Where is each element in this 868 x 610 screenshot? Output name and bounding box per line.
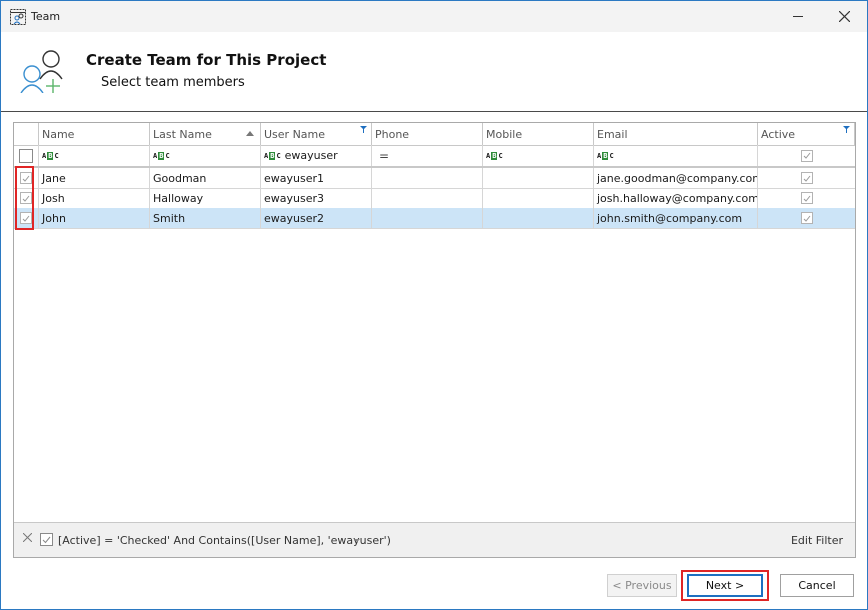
- text-filter-icon: ABC: [264, 151, 281, 160]
- filter-enabled-checkbox[interactable]: [40, 533, 53, 546]
- cell-active[interactable]: [758, 188, 855, 208]
- check-icon: [803, 175, 810, 182]
- column-header-mobile[interactable]: Mobile: [483, 123, 594, 145]
- cell-last-name[interactable]: Halloway: [150, 188, 261, 208]
- filter-mru-dropdown-icon[interactable]: [354, 539, 360, 542]
- active-checkbox[interactable]: [800, 212, 813, 224]
- cell-phone[interactable]: [372, 188, 483, 208]
- text-filter-icon: ABC: [153, 151, 170, 160]
- row-select-checkbox[interactable]: [20, 192, 32, 204]
- check-icon: [22, 175, 30, 182]
- check-icon: [42, 536, 51, 543]
- row-select-cell[interactable]: [14, 208, 39, 228]
- column-header-label: User Name: [264, 127, 326, 141]
- cell-email[interactable]: john.smith@company.com: [594, 208, 758, 228]
- active-checkbox[interactable]: [800, 172, 813, 184]
- equals-operator-icon: =: [379, 148, 390, 163]
- cell-active[interactable]: [758, 168, 855, 188]
- column-header-last-name[interactable]: Last Name: [150, 123, 261, 145]
- title-bar: Team: [1, 1, 867, 32]
- cell-user-name[interactable]: ewayuser1: [261, 168, 372, 188]
- column-header-label: Active: [761, 127, 796, 141]
- column-header-email[interactable]: Email: [594, 123, 758, 145]
- filter-icon[interactable]: [360, 126, 367, 133]
- cell-email[interactable]: jane.goodman@company.com: [594, 168, 758, 188]
- filter-cell-mobile[interactable]: ABC: [483, 145, 594, 166]
- text-filter-icon: ABC: [42, 151, 59, 160]
- active-checkbox[interactable]: [800, 192, 813, 204]
- column-header-user-name[interactable]: User Name: [261, 123, 372, 145]
- filter-cell-phone[interactable]: =: [372, 145, 483, 166]
- filter-cell-email[interactable]: ABC: [594, 145, 758, 166]
- check-icon: [803, 215, 810, 222]
- cell-mobile[interactable]: [483, 168, 594, 188]
- column-header-label: Name: [42, 127, 75, 141]
- check-icon: [803, 152, 810, 159]
- page-subtitle: Select team members: [101, 75, 245, 90]
- window-title: Team: [31, 10, 61, 23]
- column-header-active[interactable]: Active: [758, 123, 855, 145]
- column-header-label: Last Name: [153, 127, 212, 141]
- sort-ascending-icon: [246, 131, 254, 136]
- cell-phone[interactable]: [372, 168, 483, 188]
- column-header-label: Mobile: [486, 127, 523, 141]
- user-name-filter-value: ewayuser: [284, 149, 338, 162]
- filter-expression[interactable]: [Active] = 'Checked' And Contains([User …: [58, 534, 391, 547]
- close-button[interactable]: [821, 1, 867, 32]
- column-header-label: Phone: [375, 127, 410, 141]
- select-all-checkbox[interactable]: [19, 148, 33, 163]
- text-filter-icon: ABC: [486, 151, 503, 160]
- cell-user-name[interactable]: ewayuser3: [261, 188, 372, 208]
- cell-name[interactable]: Josh: [39, 188, 150, 208]
- check-icon: [22, 195, 30, 202]
- previous-button[interactable]: < Previous: [607, 574, 677, 597]
- row-select-checkbox[interactable]: [20, 212, 32, 224]
- row-select-cell[interactable]: [14, 188, 39, 208]
- close-icon: [838, 11, 850, 22]
- cell-last-name[interactable]: Smith: [150, 208, 261, 228]
- cell-phone[interactable]: [372, 208, 483, 228]
- cancel-button[interactable]: Cancel: [780, 574, 854, 597]
- minimize-icon: [793, 15, 803, 17]
- column-header-select[interactable]: [14, 123, 39, 145]
- active-filter-checkbox[interactable]: [800, 149, 813, 162]
- minimize-button[interactable]: [775, 1, 821, 32]
- cell-last-name[interactable]: Goodman: [150, 168, 261, 188]
- check-icon: [22, 215, 30, 222]
- cell-name[interactable]: John: [39, 208, 150, 228]
- table-row[interactable]: John Smith ewayuser2 john.smith@company.com: [14, 208, 855, 229]
- filter-cell-name[interactable]: ABC: [39, 145, 150, 166]
- page-title: Create Team for This Project: [86, 51, 327, 69]
- column-header-phone[interactable]: Phone: [372, 123, 483, 145]
- cell-user-name[interactable]: ewayuser2: [261, 208, 372, 228]
- cell-mobile[interactable]: [483, 188, 594, 208]
- text-filter-icon: ABC: [597, 151, 614, 160]
- team-members-grid: Name Last Name User Name Phone Mobile Em…: [13, 122, 856, 558]
- edit-filter-link[interactable]: Edit Filter: [791, 534, 843, 547]
- table-row[interactable]: Jane Goodman ewayuser1 jane.goodman@company…: [14, 168, 855, 189]
- column-header-name[interactable]: Name: [39, 123, 150, 145]
- cell-email[interactable]: josh.halloway@company.com: [594, 188, 758, 208]
- next-button[interactable]: Next >: [687, 574, 763, 597]
- auto-filter-row: ABC ABC A B Cewayuser = ABC ABC: [14, 145, 855, 168]
- check-icon: [803, 195, 810, 202]
- filter-cell-last-name[interactable]: ABC: [150, 145, 261, 166]
- team-app-icon: [10, 9, 26, 25]
- column-header-row: Name Last Name User Name Phone Mobile Em…: [14, 123, 855, 146]
- column-header-label: Email: [597, 127, 628, 141]
- filter-cell-select[interactable]: [14, 145, 39, 166]
- add-users-icon: [20, 50, 63, 93]
- row-select-cell[interactable]: [14, 168, 39, 188]
- filter-icon[interactable]: [843, 126, 850, 133]
- filter-cell-active[interactable]: [758, 145, 855, 166]
- cell-active[interactable]: [758, 208, 855, 228]
- filter-cell-user-name[interactable]: A B Cewayuser: [261, 145, 372, 166]
- cell-mobile[interactable]: [483, 208, 594, 228]
- filter-panel: [Active] = 'Checked' And Contains([User …: [14, 522, 855, 557]
- table-row[interactable]: Josh Halloway ewayuser3 josh.halloway@compa…: [14, 188, 855, 209]
- row-select-checkbox[interactable]: [20, 172, 32, 184]
- wizard-header: Create Team for This Project Select team…: [1, 32, 867, 112]
- cell-name[interactable]: Jane: [39, 168, 150, 188]
- clear-filter-icon[interactable]: [23, 533, 32, 542]
